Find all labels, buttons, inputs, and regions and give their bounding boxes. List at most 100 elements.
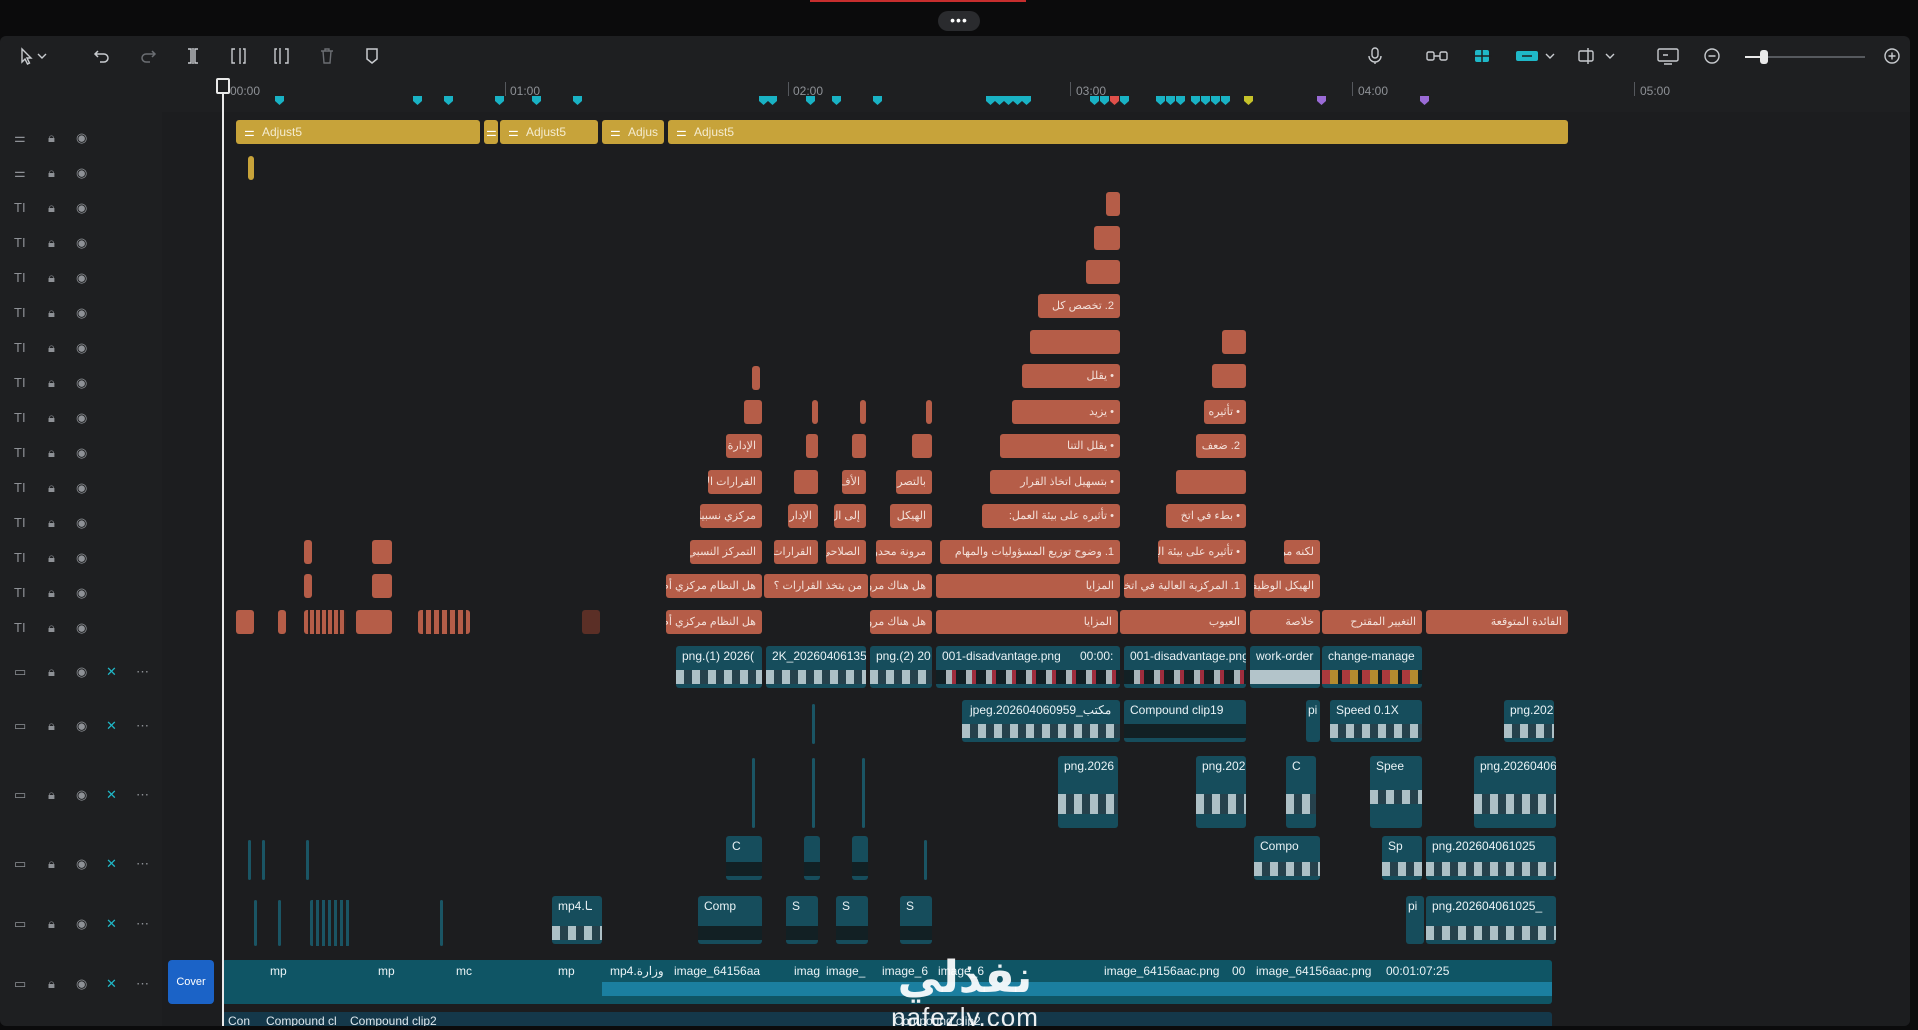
linkage-toggle-button[interactable] xyxy=(1514,46,1558,66)
text-clip[interactable]: • تأثيره على بيئة العمل: xyxy=(982,504,1120,528)
lock-icon[interactable]: 🔒︎ xyxy=(48,550,55,566)
text-clip[interactable]: إلى ال xyxy=(834,504,866,528)
video-clip-sliver[interactable] xyxy=(278,900,281,946)
more-icon[interactable]: ⋯ xyxy=(136,718,149,734)
text-clip[interactable] xyxy=(912,434,932,458)
lock-icon[interactable]: 🔒︎ xyxy=(48,235,55,251)
preview-axis-button[interactable] xyxy=(1576,46,1620,66)
speed-clip[interactable]: S xyxy=(836,896,868,944)
text-clip[interactable] xyxy=(744,400,762,424)
lock-icon[interactable]: 🔒︎ xyxy=(48,445,55,461)
lock-icon[interactable]: 🔒︎ xyxy=(48,787,55,803)
text-clip[interactable]: القرارات xyxy=(774,540,818,564)
audio-mute-icon[interactable]: ✕ xyxy=(106,718,117,734)
adjust-clip[interactable]: ⚌ Adjus xyxy=(602,120,664,144)
text-clip[interactable]: من يتخذ القرارات ؟ xyxy=(764,574,868,598)
text-clip[interactable] xyxy=(1212,364,1246,388)
screen-icon[interactable] xyxy=(1656,46,1680,66)
text-clip[interactable] xyxy=(1176,470,1246,494)
text-clip[interactable] xyxy=(372,540,392,564)
text-clip[interactable] xyxy=(926,400,932,424)
speed-clip[interactable]: S xyxy=(900,896,932,944)
lock-icon[interactable]: 🔒︎ xyxy=(48,480,55,496)
video-clip[interactable]: jpeg.202604060959_مكتب xyxy=(962,700,1120,742)
lock-icon[interactable]: 🔒︎ xyxy=(48,340,55,356)
video-clip-sliver[interactable] xyxy=(440,900,443,946)
text-clip[interactable]: • بطء في اتخ xyxy=(1166,504,1246,528)
marker-icon[interactable] xyxy=(362,46,382,66)
zoom-out-icon[interactable] xyxy=(1702,46,1722,66)
text-clip[interactable]: التمركز النسبي xyxy=(690,540,762,564)
lock-icon[interactable]: 🔒︎ xyxy=(48,270,55,286)
compound-clip[interactable]: Comp xyxy=(698,896,762,944)
delete-icon[interactable] xyxy=(317,46,337,66)
lock-icon[interactable]: 🔒︎ xyxy=(48,856,55,872)
adjust-clip[interactable]: ⚌ Adjust5 xyxy=(668,120,1568,144)
text-clip[interactable] xyxy=(1222,330,1246,354)
more-icon[interactable]: ⋯ xyxy=(136,664,149,680)
video-clip[interactable]: pi xyxy=(1406,896,1424,944)
text-clip[interactable]: التغيير المقترح xyxy=(1322,610,1422,634)
text-clip[interactable]: • يزيد xyxy=(1012,400,1120,424)
speed-clip[interactable]: Spee xyxy=(1370,756,1422,828)
eye-icon[interactable]: ◉ xyxy=(76,305,87,321)
select-tool-button[interactable] xyxy=(16,46,48,66)
eye-icon[interactable]: ◉ xyxy=(76,340,87,356)
text-clip[interactable] xyxy=(236,610,254,634)
lock-icon[interactable]: 🔒︎ xyxy=(48,130,55,146)
compound-clip[interactable]: Compo xyxy=(1254,836,1320,880)
lock-icon[interactable]: 🔒︎ xyxy=(48,718,55,734)
lock-icon[interactable]: 🔒︎ xyxy=(48,305,55,321)
video-clip[interactable]: work-order xyxy=(1250,646,1320,688)
playhead[interactable] xyxy=(222,78,224,1026)
eye-icon[interactable]: ◉ xyxy=(76,270,87,286)
text-clip[interactable]: هل هناك مرو xyxy=(870,574,932,598)
text-clip[interactable]: مرونة محدو xyxy=(876,540,932,564)
text-clip[interactable] xyxy=(304,540,312,564)
split-icon[interactable] xyxy=(183,46,203,66)
text-clip[interactable] xyxy=(1094,226,1120,250)
eye-icon[interactable]: ◉ xyxy=(76,165,87,181)
text-clip[interactable] xyxy=(304,574,312,598)
lock-icon[interactable]: 🔒︎ xyxy=(48,976,55,992)
text-clip[interactable]: القرارات الإ xyxy=(708,470,762,494)
video-clip[interactable]: png.(1) 2026( xyxy=(676,646,762,688)
eye-icon[interactable]: ◉ xyxy=(76,664,87,680)
text-clip[interactable]: • يقلل xyxy=(1022,364,1120,388)
text-clip[interactable]: هل النظام مركزي أم xyxy=(666,574,762,598)
video-clip[interactable] xyxy=(852,836,868,880)
eye-icon[interactable]: ◉ xyxy=(76,480,87,496)
compound-clip[interactable]: Compound clip19 xyxy=(1124,700,1246,742)
text-clip[interactable]: مركزي نسبيا xyxy=(700,504,762,528)
eye-icon[interactable]: ◉ xyxy=(76,718,87,734)
lock-icon[interactable]: 🔒︎ xyxy=(48,375,55,391)
text-clip[interactable] xyxy=(1030,330,1120,354)
video-clip-sliver[interactable] xyxy=(812,758,815,828)
lock-icon[interactable]: 🔒︎ xyxy=(48,664,55,680)
text-clip[interactable]: بالتصر xyxy=(896,470,932,494)
text-clip[interactable] xyxy=(278,610,286,634)
text-clip-group[interactable] xyxy=(304,610,346,634)
text-clip[interactable]: الصلاحي xyxy=(826,540,866,564)
eye-icon[interactable]: ◉ xyxy=(76,445,87,461)
text-clip[interactable]: • يقلل التنا xyxy=(1000,434,1120,458)
undo-icon[interactable] xyxy=(92,46,112,66)
video-clip-sliver[interactable] xyxy=(862,758,865,828)
text-clip[interactable]: • تأثيره xyxy=(1204,400,1246,424)
text-clip[interactable] xyxy=(794,470,818,494)
video-clip[interactable]: change-manage xyxy=(1322,646,1422,688)
video-clip-sliver[interactable] xyxy=(752,758,755,828)
lock-icon[interactable]: 🔒︎ xyxy=(48,165,55,181)
video-clip[interactable]: png.202 xyxy=(1504,700,1554,742)
compound-clip[interactable]: C xyxy=(1286,756,1316,828)
adjust-clip[interactable]: ⚌ Adjust5 xyxy=(500,120,598,144)
zoom-slider-handle[interactable] xyxy=(1760,50,1768,64)
lock-icon[interactable]: 🔒︎ xyxy=(48,620,55,636)
eye-icon[interactable]: ◉ xyxy=(76,585,87,601)
text-clip[interactable] xyxy=(582,610,600,634)
adjust-clip[interactable]: ⚌ Adjust5 xyxy=(236,120,480,144)
text-clip[interactable] xyxy=(1106,192,1120,216)
text-clip[interactable]: الإدار xyxy=(788,504,818,528)
text-clip[interactable] xyxy=(752,366,760,390)
cover-thumbnail[interactable]: Cover xyxy=(168,960,214,1004)
